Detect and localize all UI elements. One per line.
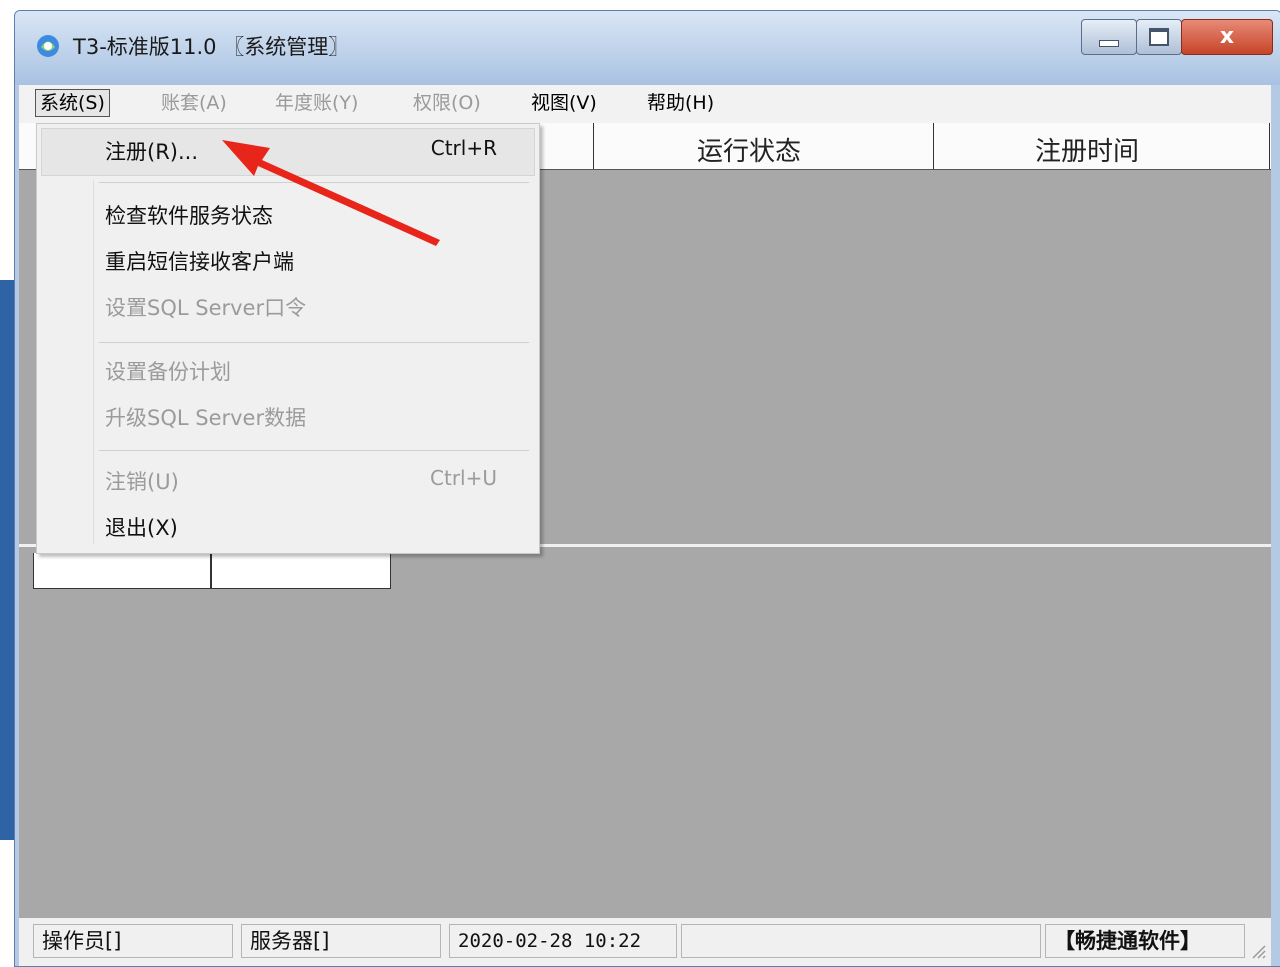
menu-item-exit[interactable]: 退出(X) <box>105 512 178 542</box>
menu-gutter <box>93 180 94 544</box>
status-blank <box>681 924 1041 958</box>
minimize-icon <box>1099 39 1119 47</box>
close-button[interactable]: x <box>1181 19 1273 55</box>
window-controls: x <box>1081 19 1273 55</box>
menu-item-backup-plan[interactable]: 设置备份计划 <box>105 356 231 386</box>
menu-bar: 系统(S) 账套(A) 年度账(Y) 权限(O) 视图(V) 帮助(H) <box>19 85 1271 124</box>
app-icon <box>37 35 59 57</box>
column-header-run-status[interactable]: 运行状态 <box>697 131 801 168</box>
lower-header-cell[interactable] <box>211 553 391 589</box>
system-menu-dropdown: 注册(R)... Ctrl+R 检查软件服务状态 重启短信接收客户端 设置SQL… <box>36 123 540 554</box>
menu-system[interactable]: 系统(S) <box>35 89 110 117</box>
menu-view[interactable]: 视图(V) <box>527 90 601 116</box>
column-divider <box>933 123 934 169</box>
menu-separator <box>99 450 529 451</box>
minimize-button[interactable] <box>1081 19 1137 55</box>
column-divider <box>1269 123 1270 169</box>
column-header-register-time[interactable]: 注册时间 <box>1035 131 1139 168</box>
status-vendor: 【畅捷通软件】 <box>1045 924 1245 958</box>
menu-help[interactable]: 帮助(H) <box>643 90 718 116</box>
status-datetime: 2020-02-28 10:22 <box>449 924 677 958</box>
desktop-edge <box>0 280 14 840</box>
lower-header-cell[interactable] <box>33 553 211 589</box>
menu-annual-account[interactable]: 年度账(Y) <box>271 90 362 116</box>
status-operator: 操作员[] <box>33 924 233 958</box>
status-server: 服务器[] <box>241 924 441 958</box>
maximize-icon <box>1149 28 1169 46</box>
menu-item-check-service[interactable]: 检查软件服务状态 <box>105 200 273 230</box>
maximize-button[interactable] <box>1136 19 1182 55</box>
menu-permission[interactable]: 权限(O) <box>409 90 485 116</box>
menu-separator <box>99 342 529 343</box>
menu-separator <box>99 182 529 183</box>
menu-item-sql-password[interactable]: 设置SQL Server口令 <box>105 292 306 322</box>
menu-item-logout[interactable]: 注销(U) <box>105 466 179 496</box>
menu-item-restart-sms-client[interactable]: 重启短信接收客户端 <box>105 246 294 276</box>
shortcut-register: Ctrl+R <box>430 136 497 160</box>
menu-account-set[interactable]: 账套(A) <box>157 90 231 116</box>
resize-grip-icon[interactable] <box>1247 940 1267 960</box>
column-divider <box>593 123 594 169</box>
shortcut-logout: Ctrl+U <box>430 466 497 490</box>
close-icon: x <box>1219 24 1235 49</box>
window-title: T3-标准版11.0 〖系统管理〗 <box>73 35 350 59</box>
title-bar[interactable]: T3-标准版11.0 〖系统管理〗 x <box>15 11 1280 85</box>
menu-item-register[interactable]: 注册(R)... <box>105 136 198 166</box>
menu-item-upgrade-sql[interactable]: 升级SQL Server数据 <box>105 402 306 432</box>
status-bar: 操作员[] 服务器[] 2020-02-28 10:22 【畅捷通软件】 <box>19 918 1271 966</box>
